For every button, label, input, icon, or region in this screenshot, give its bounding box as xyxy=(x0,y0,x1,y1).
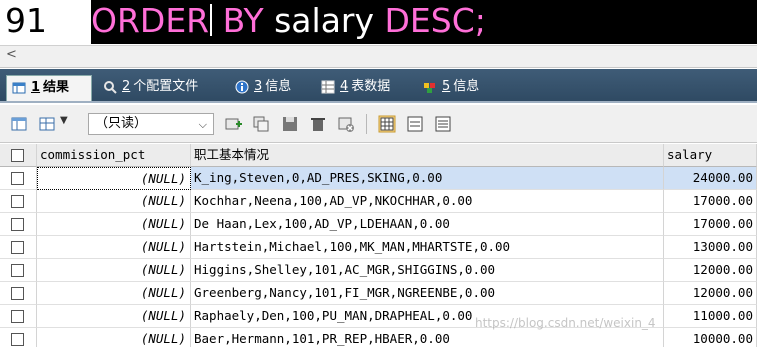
sql-editor[interactable]: 91 ORDER BY salary DESC; xyxy=(0,0,757,44)
duplicate-row-icon[interactable] xyxy=(252,115,270,133)
grid-view-icon[interactable] xyxy=(38,115,56,133)
row-checkbox[interactable] xyxy=(11,287,24,300)
row-checkbox[interactable] xyxy=(11,310,24,323)
table-cell[interactable]: (NULL) xyxy=(37,305,191,328)
row-checkbox-cell[interactable] xyxy=(0,167,37,190)
dropdown-arrow-icon[interactable]: ▼ xyxy=(60,115,68,126)
table-cell[interactable]: 24000.00 xyxy=(664,167,757,190)
export-grid-icon[interactable] xyxy=(10,115,28,133)
horizontal-scrollbar[interactable]: < xyxy=(0,45,757,68)
table-cell[interactable]: 10000.00 xyxy=(664,328,757,347)
row-checkbox-cell[interactable] xyxy=(0,328,37,347)
table-cell[interactable]: (NULL) xyxy=(37,236,191,259)
table-cell[interactable]: Kochhar,Neena,100,AD_VP,NKOCHHAR,0.00 xyxy=(191,190,664,213)
chevron-down-icon: ⌵ xyxy=(198,118,207,131)
table-cell[interactable]: 17000.00 xyxy=(664,213,757,236)
watermark: https://blog.csdn.net/weixin_4 xyxy=(475,316,656,330)
row-checkbox[interactable] xyxy=(11,264,24,277)
toolbar-separator xyxy=(366,114,367,134)
table-cell[interactable]: K_ing,Steven,0,AD_PRES,SKING,0.00 xyxy=(191,167,664,190)
table-cell[interactable]: (NULL) xyxy=(37,328,191,347)
table-cell[interactable]: 17000.00 xyxy=(664,190,757,213)
code-line[interactable]: ORDER BY salary DESC; xyxy=(91,0,757,44)
keyword-desc: DESC xyxy=(384,1,475,40)
info-color-icon xyxy=(424,83,435,93)
row-checkbox-cell[interactable] xyxy=(0,190,37,213)
table-row[interactable]: (NULL) Baer,Hermann,101,PR_REP,HBAER,0.0… xyxy=(0,328,757,347)
grid-table-icon xyxy=(12,82,26,94)
table-cell[interactable]: (NULL) xyxy=(37,190,191,213)
select-all-checkbox[interactable] xyxy=(11,149,24,162)
add-row-icon[interactable] xyxy=(224,115,242,133)
table-row[interactable]: (NULL) Hartstein,Michael,100,MK_MAN,MHAR… xyxy=(0,236,757,259)
scroll-left-arrow[interactable]: < xyxy=(6,47,17,62)
table-cell[interactable]: Hartstein,Michael,100,MK_MAN,MHARTSTE,0.… xyxy=(191,236,664,259)
table-row[interactable]: (NULL) Kochhar,Neena,100,AD_VP,NKOCHHAR,… xyxy=(0,190,757,213)
column-header[interactable]: salary xyxy=(664,144,757,167)
table-cell[interactable]: (NULL) xyxy=(37,282,191,305)
line-number: 91 xyxy=(5,1,47,40)
result-toolbar: ▼ （只读） ⌵ xyxy=(0,105,757,143)
row-checkbox-cell[interactable] xyxy=(0,213,37,236)
identifier-salary: salary xyxy=(274,1,375,40)
row-checkbox[interactable] xyxy=(11,172,24,185)
table-cell[interactable]: (NULL) xyxy=(37,213,191,236)
keyword-order: ORDER xyxy=(91,1,210,40)
row-checkbox[interactable] xyxy=(11,195,24,208)
save-icon[interactable] xyxy=(281,115,299,133)
table-row[interactable]: (NULL) Greenberg,Nancy,101,FI_MGR,NGREEN… xyxy=(0,282,757,305)
column-header[interactable]: commission_pct xyxy=(37,144,191,167)
row-checkbox[interactable] xyxy=(11,241,24,254)
table-cell[interactable]: 12000.00 xyxy=(664,282,757,305)
table-cell[interactable]: (NULL) xyxy=(37,259,191,282)
table-cell[interactable]: Higgins,Shelley,101,AC_MGR,SHIGGINS,0.00 xyxy=(191,259,664,282)
form-mode-icon[interactable] xyxy=(406,115,424,133)
keyword-by: BY xyxy=(222,1,264,40)
table-row[interactable]: (NULL) Higgins,Shelley,101,AC_MGR,SHIGGI… xyxy=(0,259,757,282)
row-checkbox[interactable] xyxy=(11,333,24,346)
semicolon: ; xyxy=(474,1,486,40)
table-row[interactable]: (NULL) K_ing,Steven,0,AD_PRES,SKING,0.00… xyxy=(0,167,757,190)
read-only-select[interactable]: （只读） ⌵ xyxy=(88,113,214,135)
table-cell[interactable]: 13000.00 xyxy=(664,236,757,259)
table-cell[interactable]: 12000.00 xyxy=(664,259,757,282)
column-header[interactable]: 职工基本情况 xyxy=(191,144,664,167)
text-mode-icon[interactable] xyxy=(434,115,452,133)
row-checkbox-cell[interactable] xyxy=(0,236,37,259)
delete-icon[interactable] xyxy=(309,115,327,133)
table-cell[interactable]: Greenberg,Nancy,101,FI_MGR,NGREENBE,0.00 xyxy=(191,282,664,305)
tab-info-2[interactable]: 5 信息 xyxy=(418,75,500,101)
result-tab-bar: 1 结果 2 个配置文件 3 信息 4 表数据 5 信息 xyxy=(0,69,757,103)
text-cursor xyxy=(210,4,213,36)
tab-profiles[interactable]: 2 个配置文件 xyxy=(98,75,222,101)
table-cell[interactable]: Baer,Hermann,101,PR_REP,HBAER,0.00 xyxy=(191,328,664,347)
select-all-cell[interactable] xyxy=(0,144,37,167)
table-cell[interactable]: 11000.00 xyxy=(664,305,757,328)
tab-results[interactable]: 1 结果 xyxy=(6,75,92,101)
row-checkbox-cell[interactable] xyxy=(0,305,37,328)
tab-table-data[interactable]: 4 表数据 xyxy=(316,75,410,101)
row-checkbox-cell[interactable] xyxy=(0,259,37,282)
grid-mode-icon[interactable] xyxy=(378,115,396,133)
table-cell[interactable]: De Haan,Lex,100,AD_VP,LDEHAAN,0.00 xyxy=(191,213,664,236)
grid-header-row: commission_pct 职工基本情况 salary xyxy=(0,144,757,167)
table-cell[interactable]: (NULL) xyxy=(37,167,191,190)
tab-info[interactable]: 3 信息 xyxy=(230,75,310,101)
row-checkbox-cell[interactable] xyxy=(0,282,37,305)
table-icon xyxy=(321,80,335,94)
info-icon xyxy=(235,80,249,94)
row-checkbox[interactable] xyxy=(11,218,24,231)
wrench-icon xyxy=(104,81,117,94)
table-row[interactable]: (NULL) De Haan,Lex,100,AD_VP,LDEHAAN,0.0… xyxy=(0,213,757,236)
cancel-changes-icon[interactable] xyxy=(337,115,355,133)
